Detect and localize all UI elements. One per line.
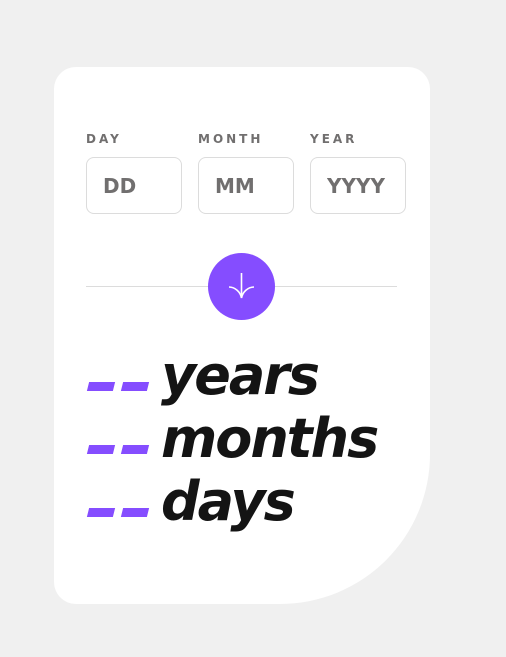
year-field: YEAR [310, 132, 406, 214]
month-field: MONTH [198, 132, 294, 214]
age-calculator-card: DAY MONTH YEAR years months [54, 67, 430, 604]
days-unit: days [161, 470, 296, 533]
years-value [86, 352, 150, 412]
year-input[interactable] [310, 157, 406, 214]
result-months: months [86, 409, 379, 475]
result-days: days [86, 472, 296, 538]
day-label: DAY [86, 132, 122, 146]
months-value [86, 415, 150, 475]
month-input[interactable] [198, 157, 294, 214]
days-value [86, 478, 150, 538]
year-label: YEAR [310, 132, 358, 146]
result-years: years [86, 346, 320, 412]
day-input[interactable] [86, 157, 182, 214]
arrow-down-icon [228, 273, 255, 299]
month-label: MONTH [198, 132, 264, 146]
years-unit: years [161, 344, 320, 407]
submit-button[interactable] [208, 253, 275, 320]
months-unit: months [161, 407, 379, 470]
day-field: DAY [86, 132, 182, 214]
